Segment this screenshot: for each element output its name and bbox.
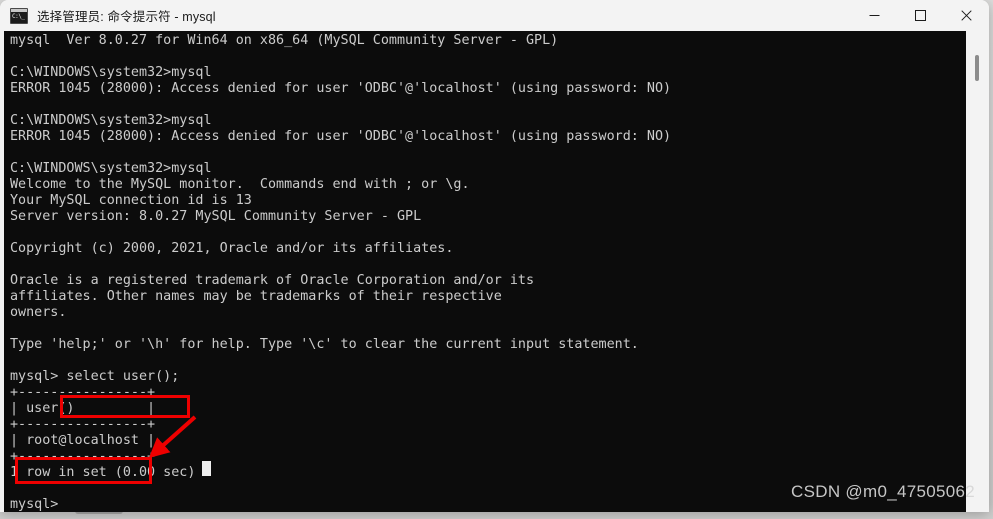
console-body: mysql Ver 8.0.27 for Win64 on x86_64 (My… <box>0 31 989 512</box>
vertical-scrollbar-thumb[interactable] <box>975 55 979 81</box>
csdn-watermark: CSDN @m0_47505062 <box>791 482 975 501</box>
text-cursor <box>202 461 211 476</box>
terminal-screen[interactable]: mysql Ver 8.0.27 for Win64 on x86_64 (My… <box>4 31 966 512</box>
close-button[interactable] <box>943 0 989 31</box>
vertical-scrollbar[interactable] <box>970 31 984 512</box>
minimize-button[interactable] <box>851 0 897 31</box>
terminal-output: mysql Ver 8.0.27 for Win64 on x86_64 (My… <box>10 33 672 512</box>
cmd-console-icon <box>10 7 28 24</box>
title-bar[interactable]: 选择管理员: 命令提示符 - mysql <box>0 0 989 31</box>
window-controls <box>851 0 989 31</box>
console-window: 选择管理员: 命令提示符 - mysql mysql <box>0 0 989 512</box>
window-title: 选择管理员: 命令提示符 - mysql <box>37 10 216 24</box>
maximize-button[interactable] <box>897 0 943 31</box>
